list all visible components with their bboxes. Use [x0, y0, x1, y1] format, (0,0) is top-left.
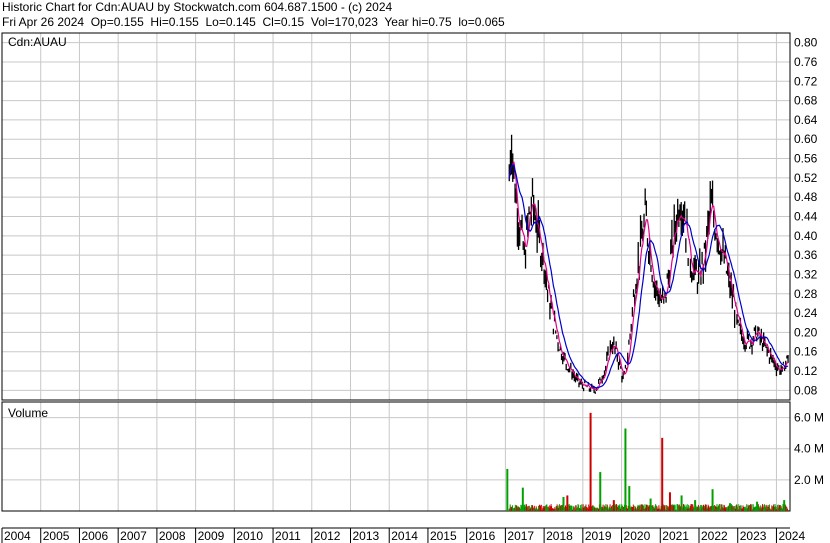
- x-tick-label: 2009: [198, 529, 225, 543]
- volume-panel-title: Volume: [8, 406, 48, 420]
- x-tick-label: 2011: [275, 529, 301, 543]
- price-tick-label: 0.12: [794, 364, 818, 378]
- volume-tick-label: 4.0 M: [794, 442, 824, 456]
- x-tick-label: 2006: [81, 529, 108, 543]
- price-tick-label: 0.44: [794, 210, 818, 224]
- price-tick-label: 0.52: [794, 171, 818, 185]
- price-tick-label: 0.72: [794, 74, 818, 88]
- price-tick-label: 0.80: [794, 36, 818, 50]
- x-tick-label: 2018: [546, 529, 573, 543]
- price-tick-label: 0.48: [794, 190, 818, 204]
- x-tick-label: 2015: [430, 529, 457, 543]
- price-tick-label: 0.68: [794, 94, 818, 108]
- x-tick-label: 2004: [4, 529, 31, 543]
- price-tick-label: 0.28: [794, 287, 818, 301]
- x-tick-label: 2007: [120, 529, 147, 543]
- x-tick-label: 2020: [624, 529, 651, 543]
- x-tick-label: 2024: [778, 529, 805, 543]
- price-tick-label: 0.16: [794, 345, 818, 359]
- price-tick-label: 0.40: [794, 229, 818, 243]
- x-tick-label: 2008: [159, 529, 186, 543]
- price-tick-label: 0.60: [794, 132, 818, 146]
- x-tick-label: 2012: [314, 529, 341, 543]
- price-tick-label: 0.64: [794, 113, 818, 127]
- x-tick-label: 2017: [507, 529, 534, 543]
- price-tick-label: 0.36: [794, 248, 818, 262]
- price-tick-label: 0.76: [794, 55, 818, 69]
- price-tick-label: 0.08: [794, 383, 818, 397]
- x-tick-label: 2013: [353, 529, 380, 543]
- price-tick-label: 0.56: [794, 152, 818, 166]
- price-tick-label: 0.32: [794, 267, 818, 281]
- volume-tick-label: 2.0 M: [794, 473, 824, 487]
- x-tick-label: 2014: [391, 529, 418, 543]
- x-tick-label: 2010: [236, 529, 263, 543]
- price-tick-label: 0.20: [794, 325, 818, 339]
- x-tick-label: 2019: [585, 529, 612, 543]
- x-tick-label: 2005: [43, 529, 70, 543]
- price-tick-label: 0.24: [794, 306, 818, 320]
- stock-chart: 0.80 0.76 0.72 0.68 0.64 0.60 0.56 0.52 0.48 0.44…: [1, 32, 824, 543]
- x-tick-label: 2021: [662, 529, 689, 543]
- price-panel-title: Cdn:AUAU: [8, 35, 67, 49]
- x-tick-label: 2022: [701, 529, 728, 543]
- volume-panel: [2, 402, 790, 511]
- x-tick-label: 2023: [740, 529, 767, 543]
- volume-tick-label: 6.0 M: [794, 411, 824, 425]
- x-tick-label: 2016: [469, 529, 496, 543]
